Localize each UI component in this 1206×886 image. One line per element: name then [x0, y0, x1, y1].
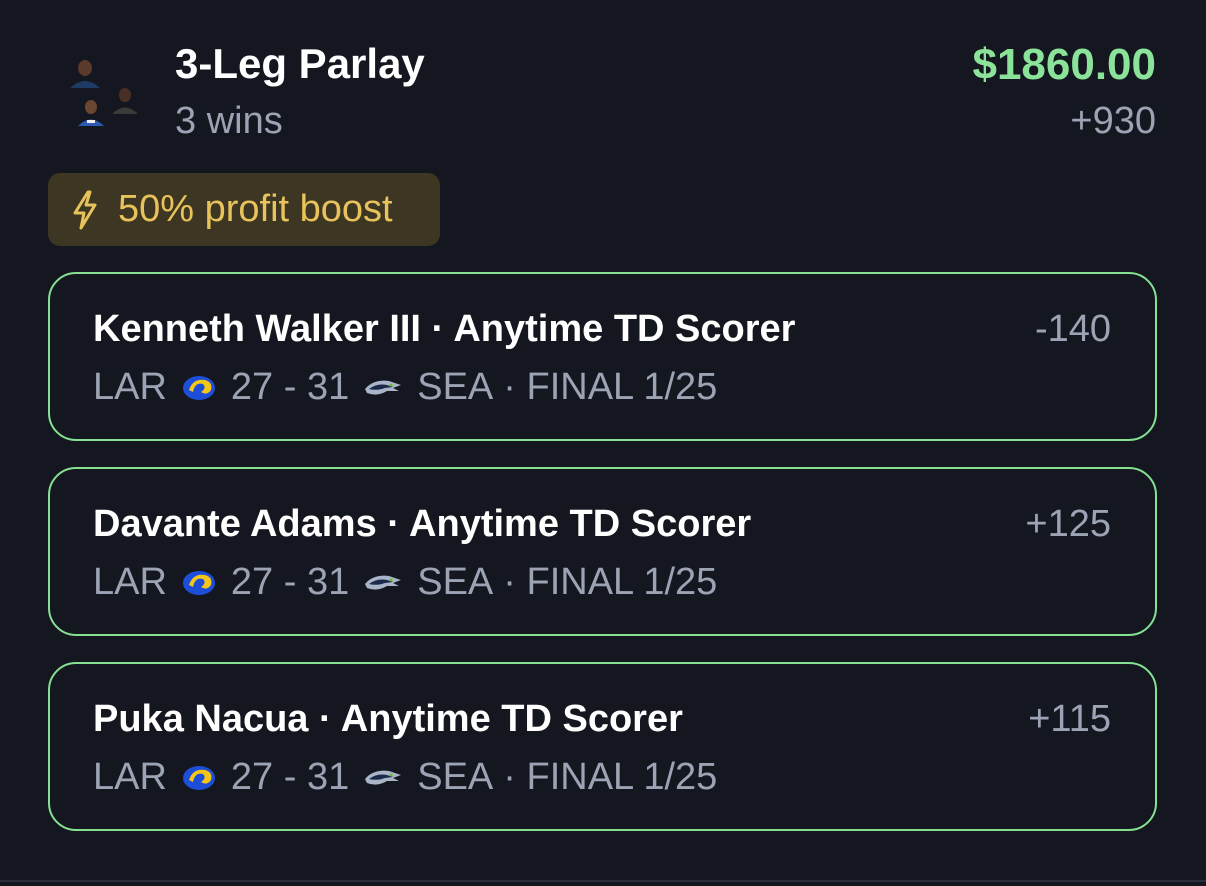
lightning-bolt-icon: [73, 190, 97, 229]
game-score: 27 - 31: [230, 366, 350, 408]
away-team: LAR: [93, 756, 167, 798]
parlay-result-summary: 3 wins: [175, 100, 283, 142]
rams-logo-icon: [181, 374, 217, 402]
leg-game-info: LAR 27 - 31 SEA · FINAL 1/25: [93, 756, 717, 799]
game-status: · FINAL 1/25: [503, 561, 718, 603]
parlay-odds: +930: [1070, 100, 1156, 142]
seahawks-logo-icon: [363, 572, 403, 594]
leg-odds: +115: [1028, 698, 1111, 740]
parlay-leg-card[interactable]: Kenneth Walker III · Anytime TD Scorer -…: [48, 272, 1157, 441]
leg-selection: Puka Nacua · Anytime TD Scorer: [93, 698, 683, 740]
player-avatar-cluster: [60, 52, 150, 132]
leg-selection: Kenneth Walker III · Anytime TD Scorer: [93, 308, 796, 350]
rams-logo-icon: [181, 764, 217, 792]
leg-selection: Davante Adams · Anytime TD Scorer: [93, 503, 752, 545]
rams-logo-icon: [181, 569, 217, 597]
parlay-bet-card[interactable]: 3-Leg Parlay 3 wins $1860.00 +930 50% pr…: [0, 0, 1206, 886]
parlay-leg-card[interactable]: Puka Nacua · Anytime TD Scorer +115 LAR …: [48, 662, 1157, 831]
parlay-leg-card[interactable]: Davante Adams · Anytime TD Scorer +125 L…: [48, 467, 1157, 636]
game-status: · FINAL 1/25: [503, 756, 718, 798]
game-score: 27 - 31: [230, 561, 350, 603]
payout-amount: $1860.00: [972, 40, 1156, 89]
home-team: SEA: [417, 366, 494, 408]
leg-game-info: LAR 27 - 31 SEA · FINAL 1/25: [93, 561, 717, 604]
home-team: SEA: [417, 561, 494, 603]
game-score: 27 - 31: [230, 756, 350, 798]
player-avatar: [68, 58, 102, 88]
profit-boost-label: 50% profit boost: [118, 188, 393, 230]
profit-boost-badge: 50% profit boost: [48, 173, 440, 246]
player-avatar: [76, 98, 106, 126]
divider: [0, 880, 1206, 882]
parlay-title: 3-Leg Parlay: [175, 40, 425, 87]
leg-odds: -140: [1034, 308, 1111, 350]
leg-game-info: LAR 27 - 31 SEA · FINAL 1/25: [93, 366, 717, 409]
home-team: SEA: [417, 756, 494, 798]
away-team: LAR: [93, 561, 167, 603]
seahawks-logo-icon: [363, 377, 403, 399]
leg-odds: +125: [1025, 503, 1111, 545]
game-status: · FINAL 1/25: [503, 366, 718, 408]
away-team: LAR: [93, 366, 167, 408]
seahawks-logo-icon: [363, 767, 403, 789]
player-avatar: [110, 86, 140, 114]
